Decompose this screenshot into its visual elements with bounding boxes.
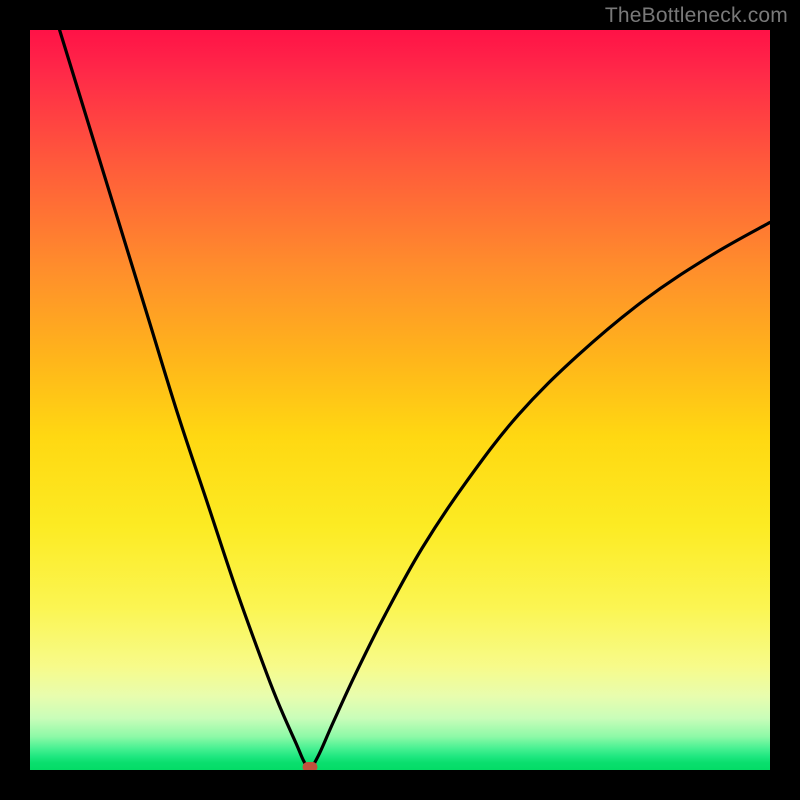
bottleneck-curve (30, 30, 770, 770)
plot-area (30, 30, 770, 770)
watermark-text: TheBottleneck.com (605, 4, 788, 28)
chart-frame: TheBottleneck.com (0, 0, 800, 800)
optimum-marker (302, 762, 317, 770)
curve-path (60, 30, 770, 769)
